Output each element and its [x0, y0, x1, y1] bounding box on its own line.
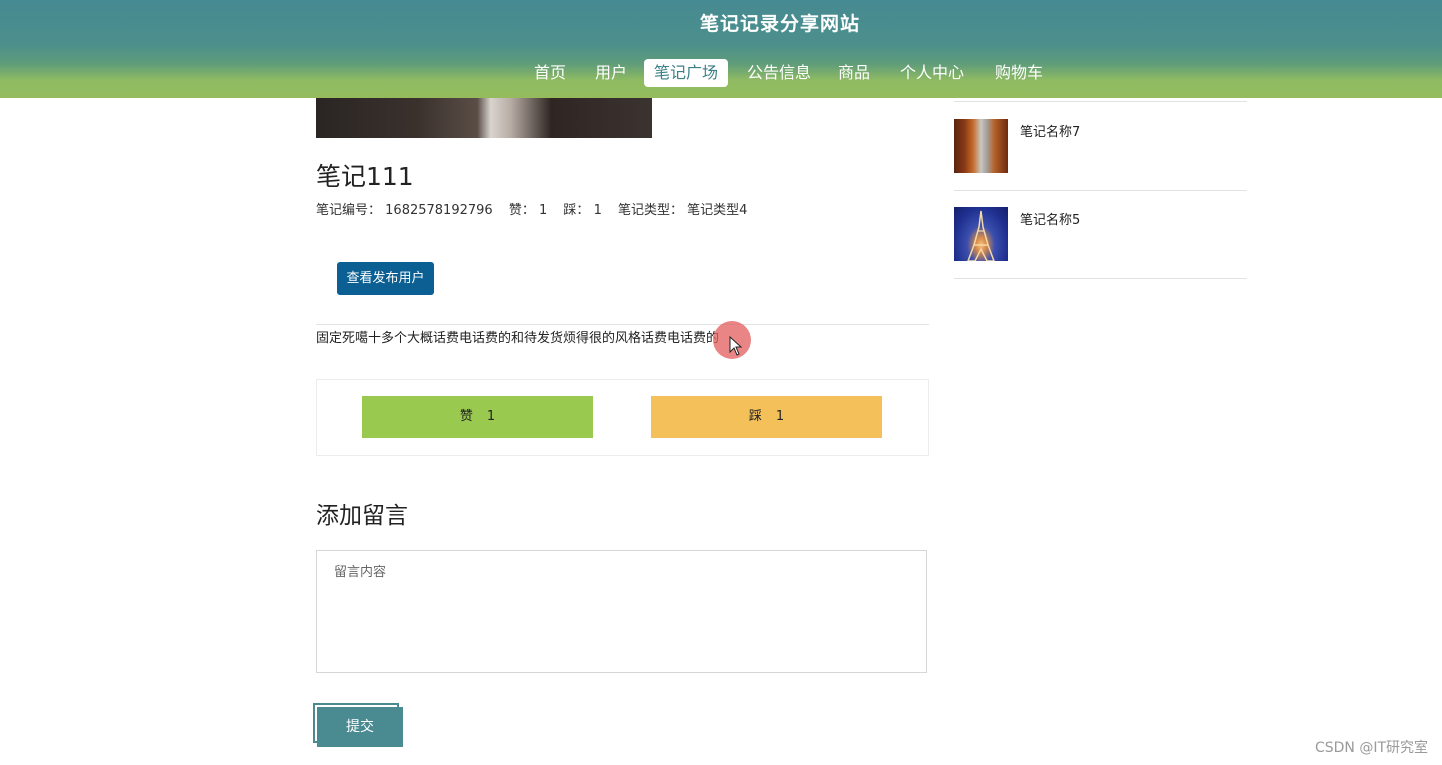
- like-count: 1: [486, 409, 496, 424]
- note-dislikes-label: 踩：: [563, 203, 590, 218]
- nav-item-cart[interactable]: 购物车: [992, 59, 1046, 87]
- submit-button[interactable]: 提交: [317, 707, 403, 747]
- like-button[interactable]: 赞1: [362, 396, 593, 438]
- like-label: 赞: [459, 409, 473, 424]
- note-id: 笔记编号： 1682578192796: [316, 203, 493, 218]
- note-dislikes-value: 1: [593, 203, 602, 218]
- note-meta: 笔记编号： 1682578192796 赞： 1 踩： 1 笔记类型： 笔记类型…: [316, 199, 759, 218]
- watermark: CSDN @IT研究室: [1314, 740, 1428, 756]
- comment-textarea[interactable]: [316, 550, 927, 673]
- comment-heading: 添加留言: [316, 503, 408, 529]
- corridor-thumbnail-icon: [954, 119, 1008, 173]
- sidebar-note-label: 笔记名称5: [1020, 213, 1081, 228]
- nav-item-products[interactable]: 商品: [836, 59, 872, 87]
- note-type-value: 笔记类型4: [687, 203, 748, 218]
- sidebar-divider: [954, 190, 1247, 191]
- content-divider: [316, 324, 929, 325]
- note-type-label: 笔记类型：: [617, 203, 683, 218]
- nav-item-personal-center[interactable]: 个人中心: [897, 59, 967, 87]
- eiffel-tower-thumbnail-icon: [954, 207, 1008, 261]
- vote-panel: 赞1 踩1: [316, 379, 929, 456]
- sidebar-note-item[interactable]: 笔记名称7: [954, 119, 1247, 179]
- note-title: 笔记111: [316, 162, 414, 191]
- nav-item-note-square[interactable]: 笔记广场: [644, 59, 728, 87]
- sidebar-divider: [954, 278, 1247, 279]
- site-title: 笔记记录分享网站: [699, 13, 860, 35]
- note-type: 笔记类型： 笔记类型4: [618, 203, 747, 218]
- note-likes-label: 赞：: [508, 203, 535, 218]
- dislike-label: 踩: [748, 409, 762, 424]
- note-likes-value: 1: [538, 203, 548, 218]
- view-publisher-button[interactable]: 查看发布用户: [337, 262, 434, 295]
- sidebar-note-item[interactable]: 笔记名称5: [954, 207, 1247, 267]
- site-header: 笔记记录分享网站 首页 用户 笔记广场 公告信息 商品 个人中心 购物车: [0, 0, 1442, 98]
- note-content: 固定死噶十多个大概话费电话费的和待发货烦得很的风格话费电话费的: [316, 331, 720, 346]
- sidebar-divider: [954, 101, 1247, 102]
- mouse-cursor-icon: [729, 336, 743, 356]
- nav-item-home[interactable]: 首页: [532, 59, 568, 87]
- note-likes: 赞： 1: [509, 203, 547, 218]
- nav-item-users[interactable]: 用户: [593, 59, 629, 87]
- note-cover-image: [316, 98, 652, 138]
- dislike-count: 1: [775, 409, 785, 424]
- dislike-button[interactable]: 踩1: [651, 396, 882, 438]
- note-dislikes: 踩： 1: [563, 203, 601, 218]
- note-id-value: 1682578192796: [385, 203, 493, 218]
- sidebar-note-label: 笔记名称7: [1020, 125, 1081, 140]
- note-id-label: 笔记编号：: [316, 203, 382, 218]
- nav-item-announcements[interactable]: 公告信息: [744, 59, 814, 87]
- main-nav: 首页 用户 笔记广场 公告信息 商品 个人中心 购物车: [0, 59, 1442, 89]
